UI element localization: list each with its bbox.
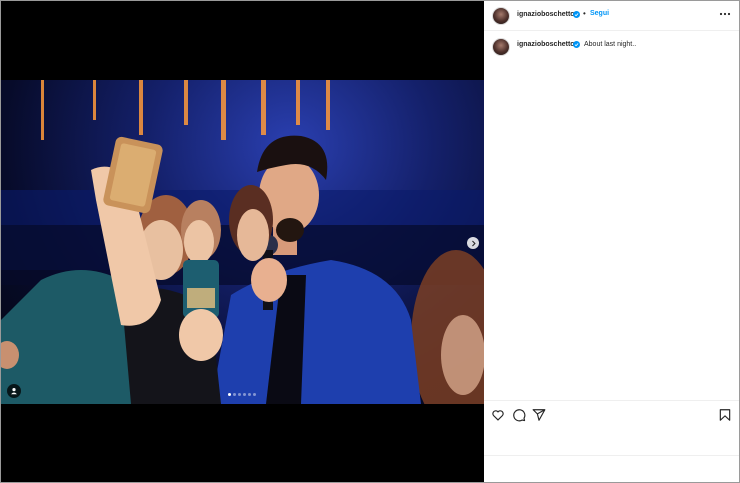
more-options-icon[interactable] bbox=[718, 7, 732, 21]
carousel-indicator bbox=[228, 393, 256, 396]
bookmark-icon bbox=[719, 409, 731, 421]
media-pane bbox=[1, 1, 484, 482]
caption-text: About last night.. bbox=[584, 41, 637, 48]
post-header: ignazioboschetto • Segui bbox=[484, 1, 739, 31]
avatar[interactable] bbox=[492, 7, 510, 25]
share-icon bbox=[532, 409, 546, 421]
carousel-dot bbox=[228, 393, 231, 396]
carousel-dot bbox=[233, 393, 236, 396]
like-button[interactable] bbox=[491, 408, 505, 422]
follow-button[interactable]: Segui bbox=[590, 10, 609, 17]
chevron-right-icon bbox=[471, 240, 476, 246]
tagged-users-button[interactable] bbox=[7, 384, 21, 398]
comment-icon bbox=[513, 409, 526, 422]
caption-username[interactable]: ignazioboschetto bbox=[517, 41, 575, 48]
share-button[interactable] bbox=[532, 408, 546, 422]
next-slide-button[interactable] bbox=[467, 237, 479, 249]
carousel-dot bbox=[253, 393, 256, 396]
caption-avatar[interactable] bbox=[492, 38, 510, 56]
comment-button[interactable] bbox=[512, 408, 526, 422]
save-button[interactable] bbox=[718, 408, 732, 422]
post-sidebar: ignazioboschetto • Segui ignazioboschett… bbox=[484, 1, 739, 482]
post-photo[interactable] bbox=[1, 80, 484, 404]
user-tag-icon bbox=[11, 388, 17, 395]
verified-badge-icon bbox=[573, 11, 580, 18]
carousel-dot bbox=[248, 393, 251, 396]
heart-icon bbox=[492, 410, 504, 421]
carousel-dot bbox=[238, 393, 241, 396]
carousel-dot bbox=[243, 393, 246, 396]
action-bar bbox=[484, 400, 739, 456]
author-username[interactable]: ignazioboschetto bbox=[517, 11, 575, 18]
separator-dot: • bbox=[583, 9, 586, 18]
verified-badge-icon bbox=[573, 41, 580, 48]
concert-selfie-illustration bbox=[1, 80, 484, 404]
